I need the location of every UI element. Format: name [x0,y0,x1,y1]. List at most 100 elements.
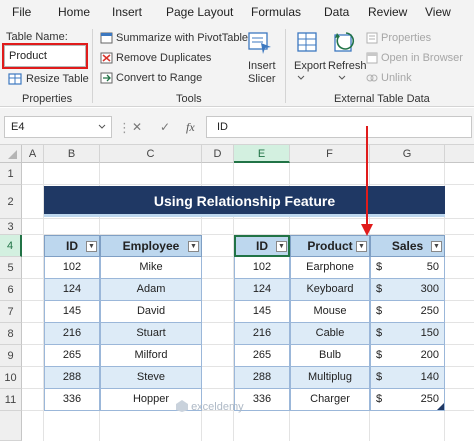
table2-cell-product[interactable]: Mouse [290,301,370,323]
remove-duplicates-button[interactable]: Remove Duplicates [116,52,211,64]
row-header-4[interactable]: 4 [0,235,22,257]
filter-dropdown-icon[interactable]: ▼ [356,241,367,252]
select-all-corner[interactable] [0,145,22,163]
insert-slicer-icon[interactable] [247,31,273,55]
row-header-12[interactable] [0,411,22,441]
formula-bar: E4 ⋮ ✕ ✓ fx ID [0,108,474,145]
menu-insert[interactable]: Insert [112,5,142,19]
table1-cell-id[interactable]: 124 [44,279,100,301]
filter-dropdown-icon[interactable]: ▼ [431,241,442,252]
table1-cell-id[interactable]: 102 [44,257,100,279]
currency-symbol: $ [376,261,383,273]
menu-formulas[interactable]: Formulas [251,5,301,19]
properties-button[interactable]: Properties [381,32,431,44]
insert-slicer-label-2[interactable]: Slicer [248,73,276,85]
column-header-d[interactable]: D [202,145,234,163]
header-label: ID [256,239,268,253]
filter-dropdown-icon[interactable]: ▼ [86,241,97,252]
cancel-icon[interactable]: ✕ [132,120,142,134]
table-resize-handle-icon[interactable] [437,403,444,410]
export-button[interactable]: Export [294,60,326,72]
table1-cell-employee[interactable]: Mike [100,257,202,279]
filter-dropdown-icon[interactable]: ▼ [188,241,199,252]
chevron-down-icon [338,75,346,80]
table2-cell-product[interactable]: Keyboard [290,279,370,301]
row-header-11[interactable]: 11 [0,389,22,411]
menu-home[interactable]: Home [58,5,90,19]
table2-cell-product[interactable]: Bulb [290,345,370,367]
table2-cell-id[interactable]: 216 [234,323,290,345]
table2-cell-product[interactable]: Charger [290,389,370,411]
open-in-browser-button[interactable]: Open in Browser [381,52,463,64]
sales-value: 50 [426,261,439,273]
column-header-f[interactable]: F [290,145,370,163]
row-header-1[interactable]: 1 [0,163,22,185]
table2-cell-sales[interactable]: $ 50 [370,257,445,279]
column-header-c[interactable]: C [100,145,202,163]
menu-file[interactable]: File [12,5,31,19]
menu-page-layout[interactable]: Page Layout [166,5,233,19]
table1-cell-id[interactable]: 265 [44,345,100,367]
table2-cell-product[interactable]: Earphone [290,257,370,279]
column-header-a[interactable]: A [22,145,44,163]
column-header-b[interactable]: B [44,145,100,163]
table1-cell-employee[interactable]: Adam [100,279,202,301]
summarize-pivottable-button[interactable]: Summarize with PivotTable [116,32,248,44]
table2-cell-sales[interactable]: $ 250 [370,389,445,411]
table2-cell-id[interactable]: 265 [234,345,290,367]
row-header-5[interactable]: 5 [0,257,22,279]
insert-slicer-label[interactable]: Insert [248,60,276,72]
watermark: exceldemy [176,400,244,413]
table1-cell-id[interactable]: 145 [44,301,100,323]
row-header-10[interactable]: 10 [0,367,22,389]
formula-options-icon[interactable]: ⋮ [118,120,131,136]
menu-data[interactable]: Data [324,5,349,19]
refresh-button[interactable]: Refresh [328,60,367,72]
menu-view[interactable]: View [425,5,451,19]
unlink-button[interactable]: Unlink [381,72,412,84]
pivottable-icon [100,32,113,44]
table1-cell-employee[interactable]: Milford [100,345,202,367]
table1-cell-id[interactable]: 288 [44,367,100,389]
convert-to-range-button[interactable]: Convert to Range [116,72,202,84]
formula-input[interactable]: ID [206,116,472,138]
table2-cell-sales[interactable]: $ 250 [370,301,445,323]
insert-function-icon[interactable]: fx [186,120,195,135]
chevron-down-icon[interactable] [98,124,106,130]
table2-cell-sales[interactable]: $ 200 [370,345,445,367]
export-icon[interactable] [296,31,320,55]
filter-dropdown-icon[interactable]: ▼ [276,241,287,252]
convert-range-icon [100,72,113,84]
table2-cell-id[interactable]: 124 [234,279,290,301]
enter-icon[interactable]: ✓ [160,120,170,134]
column-header-e[interactable]: E [234,145,290,163]
row-header-9[interactable]: 9 [0,345,22,367]
resize-table-button[interactable]: Resize Table [26,73,89,85]
table1-cell-id[interactable]: 336 [44,389,100,411]
name-box[interactable]: E4 [4,116,112,138]
column-header-g[interactable]: G [370,145,445,163]
row-header-8[interactable]: 8 [0,323,22,345]
table2-cell-id[interactable]: 102 [234,257,290,279]
table1-cell-id[interactable]: 216 [44,323,100,345]
menu-review[interactable]: Review [368,5,407,19]
row-header-2[interactable]: 2 [0,185,22,219]
row-header-3[interactable]: 3 [0,219,22,235]
table2-cell-sales[interactable]: $ 140 [370,367,445,389]
column-header-next[interactable] [445,145,474,163]
table1-cell-employee[interactable]: David [100,301,202,323]
table2-cell-sales[interactable]: $ 300 [370,279,445,301]
refresh-icon[interactable] [333,31,357,55]
table2-cell-id[interactable]: 145 [234,301,290,323]
table1-header-employee[interactable]: Employee [100,235,202,257]
header-label: Employee [122,239,180,253]
chevron-down-icon [297,75,305,80]
row-header-6[interactable]: 6 [0,279,22,301]
table2-cell-sales[interactable]: $ 150 [370,323,445,345]
row-header-7[interactable]: 7 [0,301,22,323]
table2-cell-id[interactable]: 288 [234,367,290,389]
table1-cell-employee[interactable]: Stuart [100,323,202,345]
table2-cell-product[interactable]: Multiplug [290,367,370,389]
table2-cell-product[interactable]: Cable [290,323,370,345]
table1-cell-employee[interactable]: Steve [100,367,202,389]
